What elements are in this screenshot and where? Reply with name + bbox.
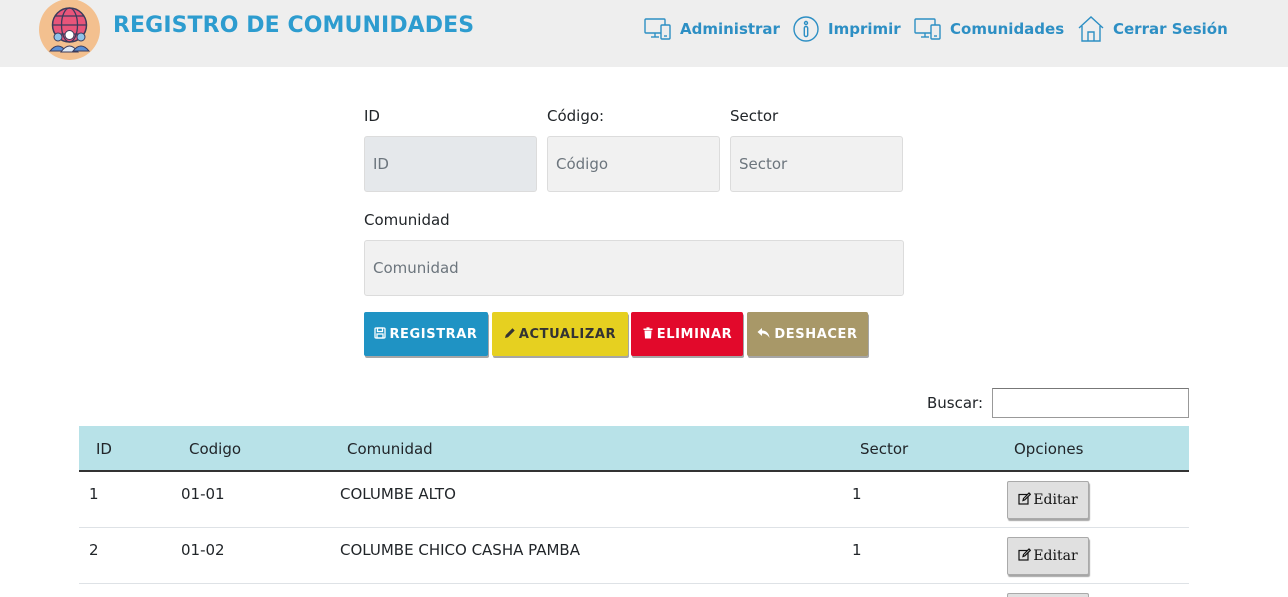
edit-button-label: Editar: [1033, 492, 1078, 508]
home-icon: [1078, 16, 1104, 42]
column-header-opciones: Opciones: [1014, 440, 1084, 458]
codigo-field[interactable]: [547, 136, 720, 192]
undo-icon: [757, 327, 771, 342]
nav-cerrar-sesion-label: Cerrar Sesión: [1113, 20, 1228, 38]
nav-administrar[interactable]: Administrar: [644, 15, 780, 43]
page-title: REGISTRO DE COMUNIDADES: [113, 13, 475, 38]
cell-sector: 1: [852, 541, 862, 559]
id-field[interactable]: [364, 136, 537, 192]
cell-id: 2: [89, 541, 99, 559]
search-input[interactable]: [992, 388, 1189, 418]
sector-label: Sector: [730, 107, 779, 125]
column-header-codigo[interactable]: Codigo: [189, 440, 241, 458]
community-globe-logo-icon: [39, 0, 100, 60]
top-header: REGISTRO DE COMUNIDADES Administrar Impr…: [0, 0, 1288, 67]
edit-button[interactable]: Editar: [1007, 481, 1089, 519]
codigo-label: Código:: [547, 107, 605, 125]
cell-comunidad: COLUMBE CHICO CASHA PAMBA: [340, 541, 580, 559]
eliminar-label: ELIMINAR: [656, 326, 733, 342]
nav-imprimir-label: Imprimir: [828, 20, 901, 38]
eliminar-button[interactable]: ELIMINAR: [631, 312, 743, 356]
table-row: [79, 584, 1189, 597]
nav-imprimir[interactable]: Imprimir: [792, 15, 901, 43]
cell-codigo: 01-02: [181, 541, 225, 559]
pencil-icon: [504, 327, 516, 342]
trash-icon: [642, 326, 654, 342]
nav-comunidades[interactable]: Comunidades: [914, 15, 1064, 43]
monitor-devices-icon: [644, 18, 671, 40]
deshacer-button[interactable]: DESHACER: [747, 312, 868, 356]
actualizar-button[interactable]: ACTUALIZAR: [492, 312, 628, 356]
save-icon: [374, 326, 387, 342]
info-circle-icon: [793, 16, 819, 42]
comunidad-label: Comunidad: [364, 211, 450, 229]
edit-icon: [1018, 491, 1032, 509]
edit-icon: [1018, 547, 1032, 565]
table-header: ID Codigo Comunidad Sector Opciones: [79, 426, 1189, 472]
actualizar-label: ACTUALIZAR: [518, 326, 617, 342]
nav-administrar-label: Administrar: [680, 20, 780, 38]
nav-comunidades-label: Comunidades: [950, 20, 1065, 38]
cell-sector: 1: [852, 485, 862, 503]
column-header-comunidad[interactable]: Comunidad: [347, 440, 433, 458]
search-label: Buscar:: [927, 394, 984, 412]
nav-cerrar-sesion[interactable]: Cerrar Sesión: [1077, 15, 1228, 43]
deshacer-label: DESHACER: [774, 326, 858, 342]
edit-button[interactable]: Editar: [1007, 537, 1089, 575]
column-header-id[interactable]: ID: [96, 440, 112, 458]
cell-codigo: 01-01: [181, 485, 225, 503]
monitor-devices-icon: [914, 18, 941, 40]
edit-button-label: Editar: [1033, 548, 1078, 564]
registrar-label: REGISTRAR: [389, 326, 478, 342]
registrar-button[interactable]: REGISTRAR: [364, 312, 488, 356]
column-header-sector[interactable]: Sector: [860, 440, 908, 458]
sector-field[interactable]: [730, 136, 903, 192]
table-row: 2 01-02 COLUMBE CHICO CASHA PAMBA 1 Edit…: [79, 528, 1189, 584]
cell-id: 1: [89, 485, 99, 503]
id-label: ID: [364, 107, 380, 125]
cell-comunidad: COLUMBE ALTO: [340, 485, 456, 503]
edit-button[interactable]: [1007, 593, 1089, 597]
comunidad-field[interactable]: [364, 240, 904, 296]
table-row: 1 01-01 COLUMBE ALTO 1 Editar: [79, 472, 1189, 528]
